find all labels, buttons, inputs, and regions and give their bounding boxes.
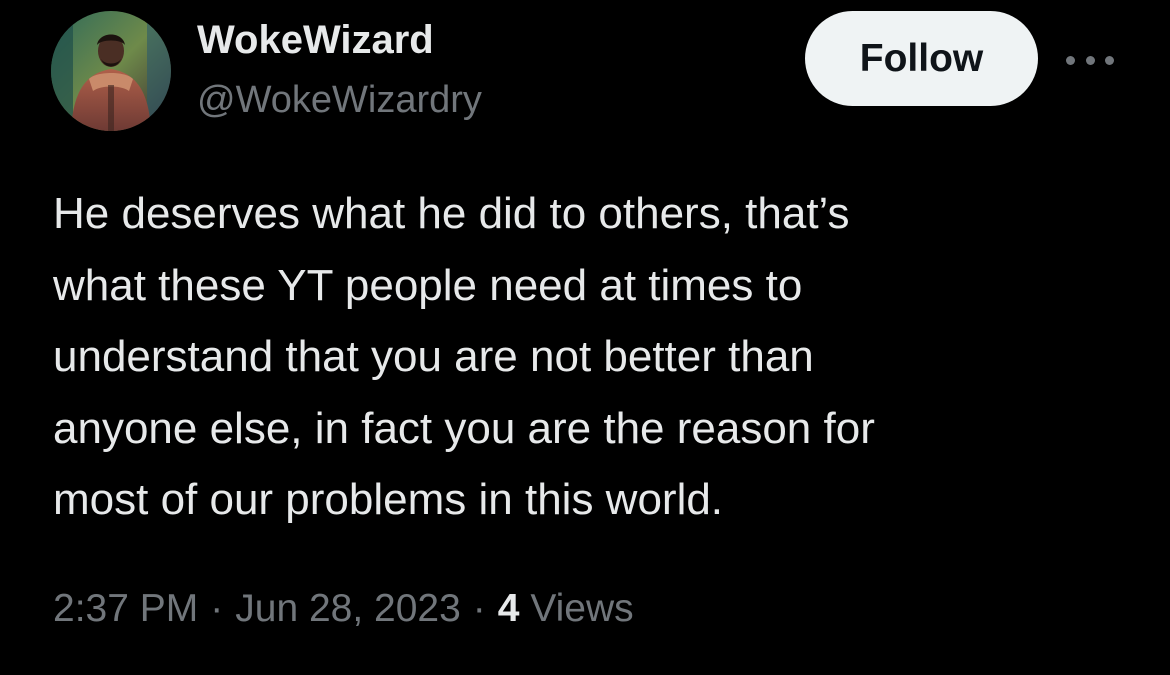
author-avatar[interactable]: [51, 11, 171, 131]
tweet-date: Jun 28, 2023: [235, 587, 461, 630]
more-options-button[interactable]: [1062, 40, 1118, 80]
tweet-line: most of our problems in this world.: [53, 475, 724, 524]
tweet-card: WokeWizard @WokeWizardry Follow He deser…: [0, 0, 1170, 675]
tweet-line: anyone else, in fact you are the reason …: [53, 403, 875, 453]
separator: ·: [472, 587, 486, 630]
tweet-line: understand that you are not better than: [53, 332, 814, 381]
tweet-text: He deserves what he did to others, that’…: [53, 178, 1063, 536]
views-label: Views: [530, 587, 634, 630]
tweet-line: what these YT people need at times to: [53, 260, 803, 310]
tweet-time[interactable]: 2:37 PM · Jun 28, 2023: [53, 587, 461, 630]
author-handle[interactable]: @WokeWizardry: [197, 78, 482, 122]
profile-photo-icon: [51, 11, 171, 131]
tweet-line: He deserves what he did to others, that’…: [53, 189, 850, 238]
view-count: 4: [497, 587, 520, 630]
more-horizontal-icon: [1066, 55, 1114, 65]
separator: ·: [210, 587, 224, 630]
author-display-name[interactable]: WokeWizard: [197, 18, 434, 62]
tweet-metadata: 2:37 PM · Jun 28, 2023 · 4 Views: [53, 584, 634, 634]
follow-button[interactable]: Follow: [805, 11, 1038, 106]
